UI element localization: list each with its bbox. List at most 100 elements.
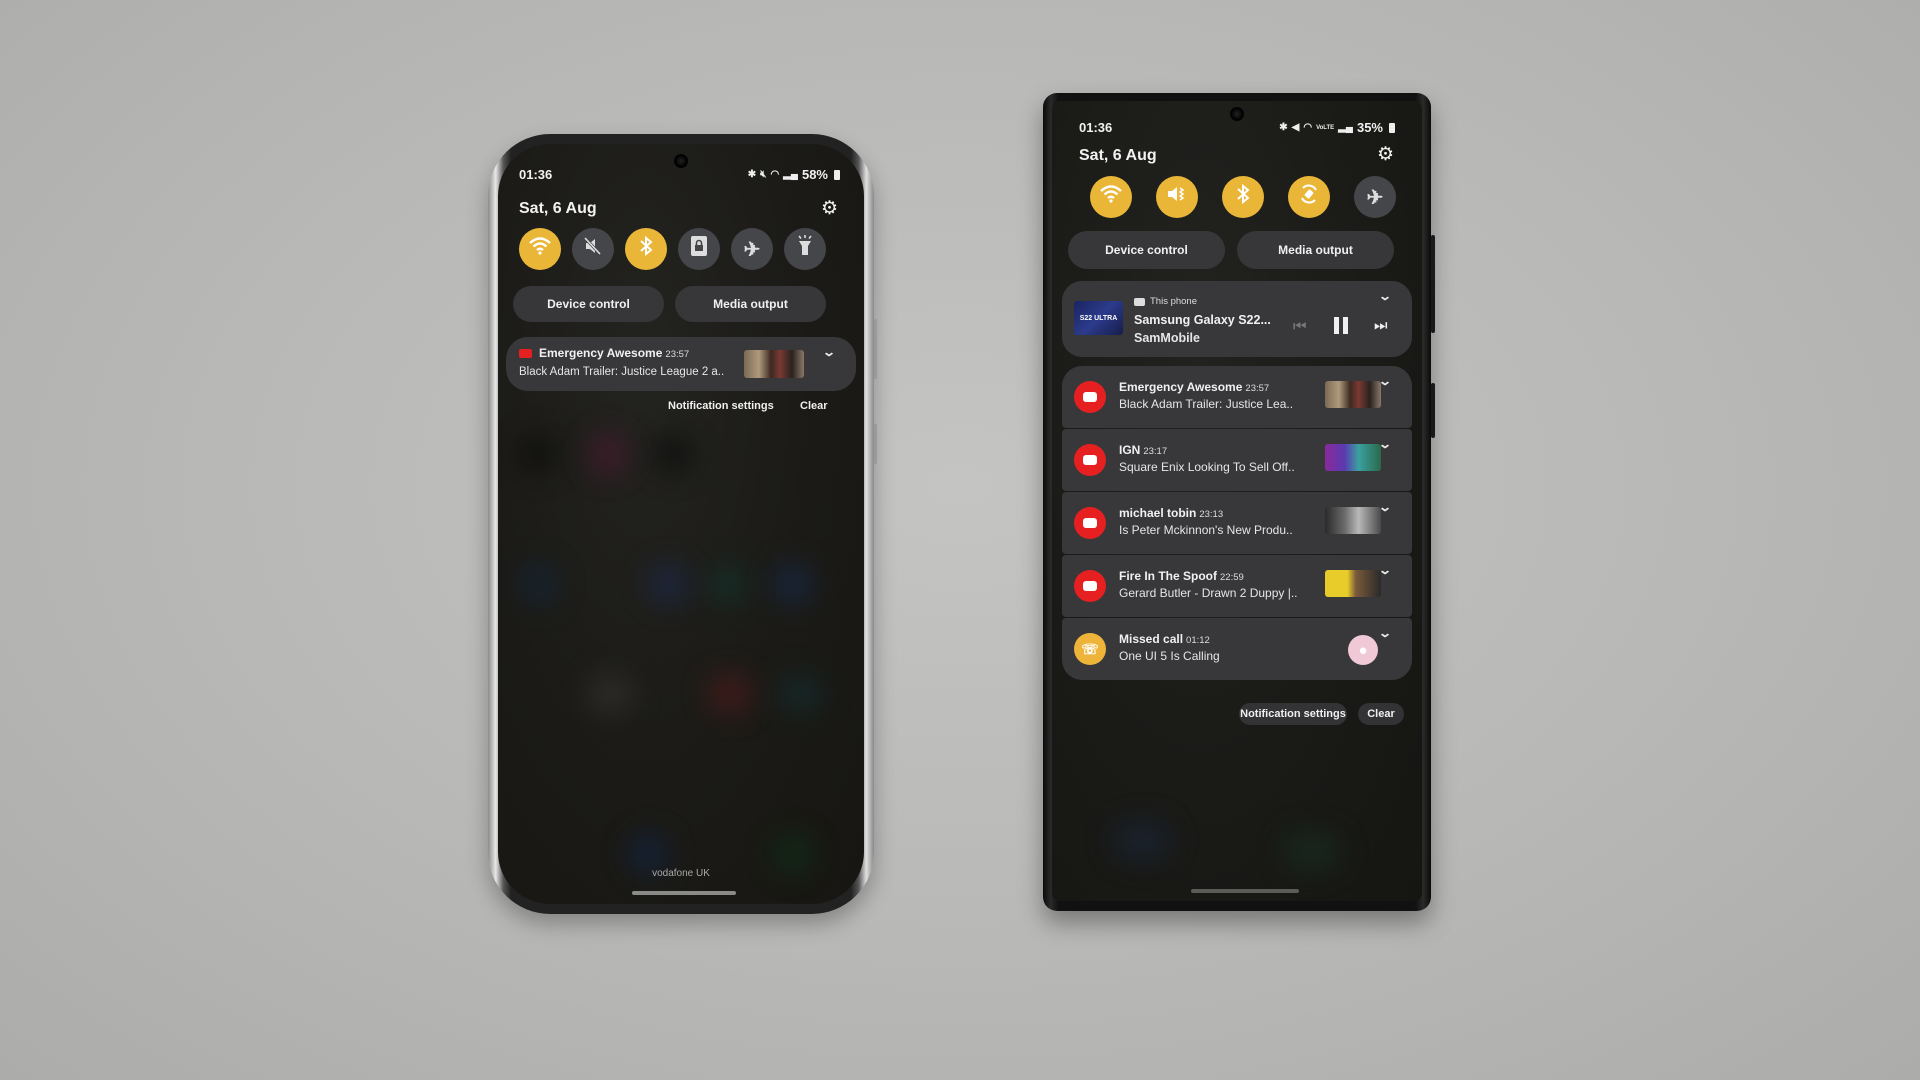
bluetooth-icon [1235, 183, 1251, 211]
expand-chevron-icon[interactable]: ⌄ [1378, 626, 1392, 640]
volume-button [874, 319, 877, 379]
youtube-icon [1074, 444, 1106, 476]
media-title: Samsung Galaxy S22... [1134, 313, 1271, 327]
notification-body: Black Adam Trailer: Justice Lea.. [1119, 397, 1294, 411]
battery-percent: 35% [1356, 120, 1383, 135]
settings-gear-icon[interactable]: ⚙ [821, 199, 838, 218]
media-player-card[interactable]: S22 ULTRA This phone Samsung Galaxy S22.… [1062, 281, 1412, 357]
notification-card[interactable]: IGN 23:17 Square Enix Looking To Sell Off.… [1062, 429, 1412, 491]
home-gesture-bar[interactable] [632, 891, 736, 895]
expand-chevron-icon[interactable]: ⌄ [1378, 437, 1392, 451]
notification-time: 23:13 [1199, 509, 1224, 520]
power-button [1431, 383, 1435, 438]
notification-thumbnail [1325, 570, 1381, 597]
notification-text: IGN 23:17 Square Enix Looking To Sell Off.… [1119, 443, 1295, 474]
clear-button[interactable]: Clear [800, 400, 828, 412]
notification-text: Fire In The Spoof 22:59 Gerard Butler - Dr… [1119, 569, 1298, 600]
airplane-icon: ✈ [1366, 186, 1384, 209]
notification-title: Missed call [1119, 632, 1184, 646]
notification-card[interactable]: Fire In The Spoof 22:59 Gerard Butler - Dr… [1062, 555, 1412, 617]
media-artist: SamMobile [1134, 331, 1200, 345]
battery-percent: 58% [801, 167, 828, 182]
toggle-bluetooth[interactable] [1222, 176, 1264, 218]
toggle-vibrate[interactable] [1156, 176, 1198, 218]
notification-card[interactable]: Emergency Awesome 23:57 Black Adam Traile… [506, 337, 856, 391]
notification-text: Emergency Awesome 23:57 Black Adam Trailer… [1119, 380, 1293, 411]
pause-icon[interactable] [1334, 317, 1348, 334]
notification-body: Gerard Butler - Drawn 2 Duppy |.. [1119, 586, 1298, 600]
quick-toggles: ✈ [1090, 176, 1396, 218]
notification-settings-button[interactable]: Notification settings [668, 400, 774, 412]
notification-title: Emergency Awesome [1119, 380, 1243, 394]
notification-settings-button[interactable]: Notification settings [1239, 703, 1347, 725]
toggle-sound[interactable] [572, 228, 614, 270]
bluetooth-icon: ✱ [1279, 122, 1288, 133]
media-output-button[interactable]: Media output [675, 286, 826, 322]
volume-button [1431, 235, 1435, 333]
youtube-icon [519, 349, 532, 358]
clear-button[interactable]: Clear [1358, 703, 1404, 725]
media-output-button[interactable]: Media output [1237, 231, 1394, 269]
notification-time: 22:59 [1220, 572, 1244, 583]
quick-toggles: ✈ [519, 228, 826, 270]
device-control-button[interactable]: Device control [513, 286, 664, 322]
wifi-icon: ◠ [1303, 122, 1313, 133]
toggle-wifi[interactable] [519, 228, 561, 270]
media-thumbnail: S22 ULTRA [1074, 301, 1123, 335]
expand-chevron-icon[interactable]: ⌄ [1378, 289, 1392, 303]
youtube-icon [1074, 381, 1106, 413]
contact-avatar: ● [1348, 635, 1378, 665]
next-track-icon[interactable]: ⏭ [1374, 317, 1388, 334]
expand-chevron-icon[interactable]: ⌄ [1378, 500, 1392, 514]
media-source: This phone [1150, 296, 1198, 307]
settings-gear-icon[interactable]: ⚙ [1377, 145, 1394, 164]
volte-icon: VoLTE [1316, 124, 1335, 131]
notification-time: 23:57 [1245, 383, 1270, 394]
notification-card[interactable]: michael tobin 23:13 Is Peter Mckinnon's Ne… [1062, 492, 1412, 554]
expand-chevron-icon[interactable]: ⌄ [1378, 374, 1392, 388]
toggle-airplane[interactable]: ✈ [1354, 176, 1396, 218]
wifi-icon: ◠ [770, 169, 780, 180]
date-label: Sat, 6 Aug [1079, 147, 1157, 164]
toggle-auto-rotate[interactable] [1288, 176, 1330, 218]
notification-card[interactable]: ☏ Missed call 01:12 One UI 5 Is Calling ● ⌄ [1062, 618, 1412, 680]
toggle-bluetooth[interactable] [625, 228, 667, 270]
previous-track-icon[interactable]: ⏮ [1293, 318, 1307, 335]
toggle-airplane[interactable]: ✈ [731, 228, 773, 270]
notification-body: Is Peter Mckinnon's New Produ.. [1119, 523, 1293, 537]
youtube-icon [1074, 570, 1106, 602]
notification-card[interactable]: Emergency Awesome 23:57 Black Adam Trailer… [1062, 366, 1412, 428]
device-control-button[interactable]: Device control [1068, 231, 1225, 269]
notification-thumbnail [1325, 507, 1381, 534]
signal-icon: ▂▄ [783, 169, 798, 180]
power-button [874, 424, 877, 464]
phone-source-icon [1134, 297, 1145, 306]
toggle-portrait-lock[interactable] [678, 228, 720, 270]
left-phone: 01:36 ✱ 🔇︎ ◠ ▂▄ 58% Sat, 6 Aug ⚙ ✈ Devic… [488, 134, 877, 914]
portrait-lock-icon [690, 235, 708, 263]
notification-title: Emergency Awesome [539, 346, 663, 360]
notification-title: Fire In The Spoof [1119, 569, 1217, 583]
notification-time: 23:17 [1143, 446, 1168, 457]
home-gesture-bar[interactable] [1191, 889, 1299, 893]
toggle-wifi[interactable] [1090, 176, 1132, 218]
notification-body: Square Enix Looking To Sell Off.. [1119, 460, 1295, 474]
battery-icon [834, 169, 840, 180]
wifi-icon [1100, 185, 1122, 209]
toggle-flashlight[interactable] [784, 228, 826, 270]
expand-chevron-icon[interactable]: ⌄ [1378, 563, 1392, 577]
battery-icon [1389, 122, 1395, 133]
notification-body: Black Adam Trailer: Justice League 2 a.. [519, 366, 725, 378]
notification-text: Missed call 01:12 One UI 5 Is Calling [1119, 632, 1220, 663]
front-camera [674, 154, 688, 168]
expand-chevron-icon[interactable]: ⌄ [822, 345, 836, 359]
status-time: 01:36 [519, 167, 553, 182]
notification-title: IGN [1119, 443, 1141, 457]
flashlight-icon [796, 235, 814, 263]
youtube-icon [1074, 507, 1106, 539]
notification-body: One UI 5 Is Calling [1119, 649, 1220, 663]
notification-time: 23:57 [665, 349, 690, 360]
mute-icon: 🔇︎ [760, 169, 767, 180]
notification-thumbnail [1325, 381, 1381, 408]
right-phone-screen: 01:36 ✱ ◀︎ ◠ VoLTE ▂▄ 35% Sat, 6 Aug ⚙ ✈… [1052, 101, 1422, 901]
